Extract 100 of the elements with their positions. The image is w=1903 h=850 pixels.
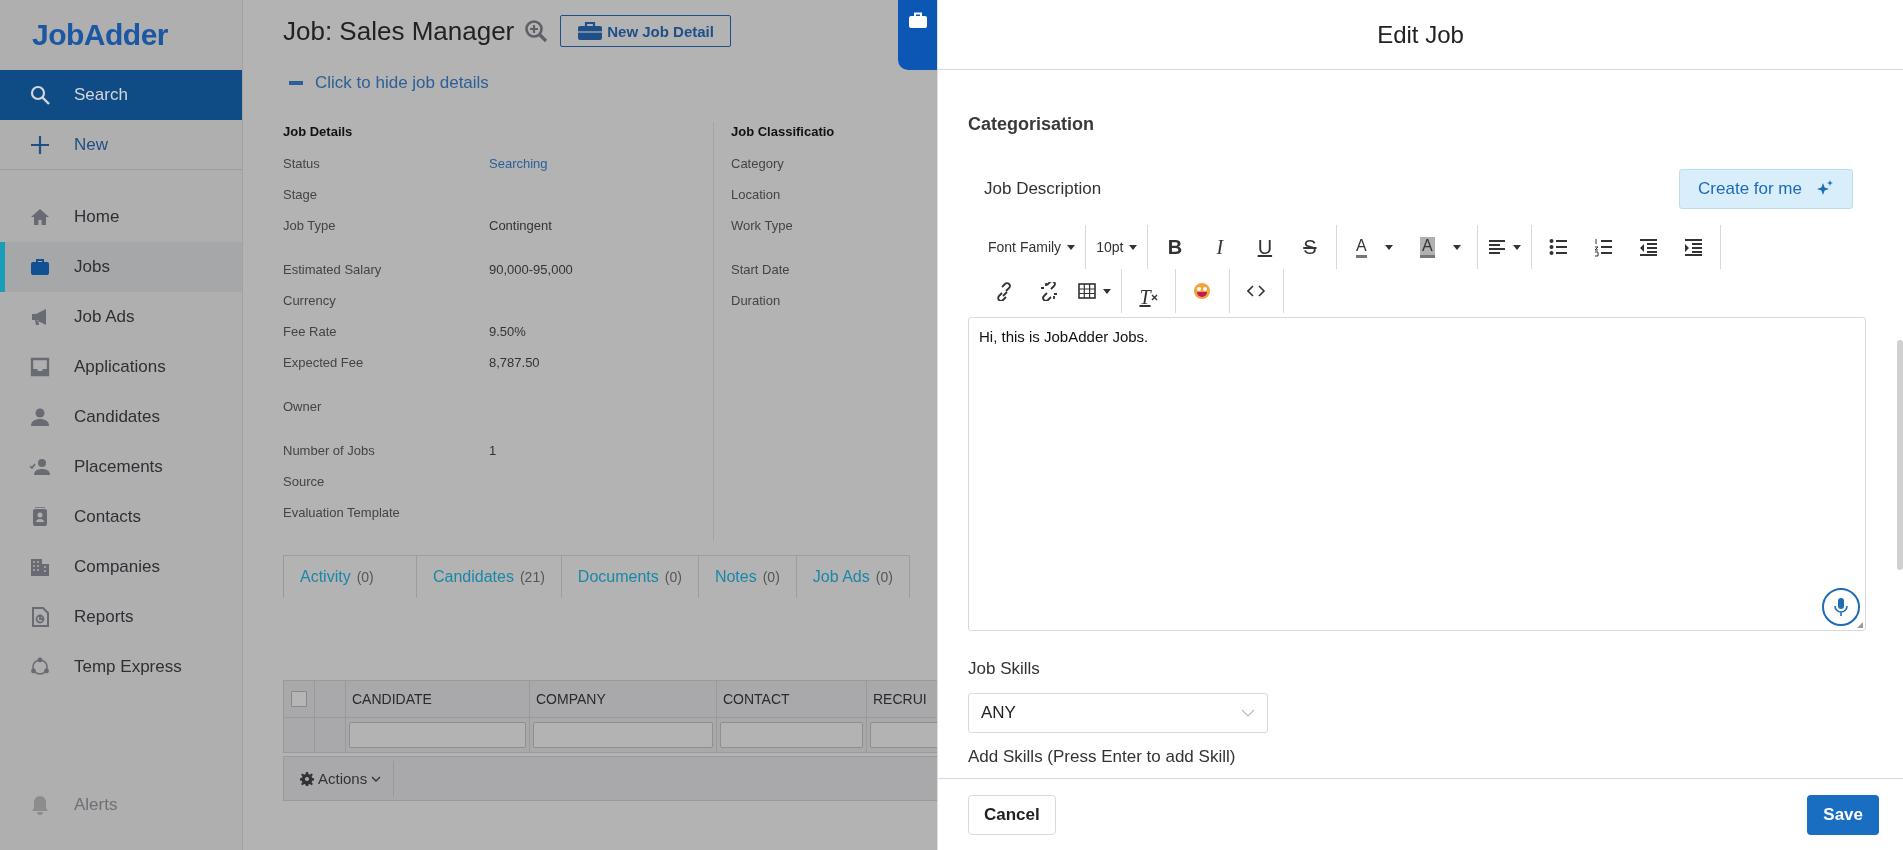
toolbar-button[interactable]: A xyxy=(1341,229,1408,265)
x-icon xyxy=(1150,294,1158,301)
toolbar-button[interactable]: S xyxy=(1287,229,1333,265)
filter-field[interactable] xyxy=(533,722,713,748)
tab[interactable]: Documents (0) xyxy=(561,555,699,598)
minus-icon xyxy=(289,81,303,85)
tab[interactable]: Candidates (21) xyxy=(417,555,562,598)
caret-down-icon xyxy=(1513,244,1522,250)
field-label: Category xyxy=(731,156,785,171)
briefcase-icon xyxy=(30,257,50,277)
nav-item[interactable]: Job Ads xyxy=(0,292,242,342)
new-button[interactable]: New xyxy=(0,120,242,170)
nav-item[interactable]: Companies xyxy=(0,542,242,592)
briefcase-icon xyxy=(577,21,604,41)
field-label: Add Skills (Press Enter to add Skill) xyxy=(968,747,1237,767)
column-header[interactable]: COMPANY xyxy=(536,691,606,707)
caret-down-icon xyxy=(1129,244,1138,250)
gear-icon xyxy=(300,771,314,786)
field-label: Fee Rate xyxy=(283,324,338,339)
column-header[interactable]: CONTACT xyxy=(723,691,790,707)
field-label: Work Type xyxy=(731,218,794,233)
building-icon xyxy=(30,557,50,577)
microphone-icon xyxy=(1834,598,1848,616)
field-value: 9.50% xyxy=(489,324,526,339)
field-label: Currency xyxy=(283,293,337,308)
toolbar-button[interactable]: I xyxy=(1197,229,1243,265)
nav-item[interactable]: Home xyxy=(0,192,242,242)
toolbar-button[interactable]: A xyxy=(1407,229,1474,265)
zoom-in-icon xyxy=(524,19,549,43)
create-for-me-button[interactable]: Create for me xyxy=(1679,169,1853,209)
outdent-icon xyxy=(1639,237,1659,257)
chevron-down-icon xyxy=(371,775,382,782)
toolbar-button[interactable]: T xyxy=(1126,273,1171,309)
table-icon xyxy=(1078,281,1097,301)
new-job-detail-button[interactable]: New Job Detail xyxy=(560,15,731,47)
nav-item[interactable]: Jobs xyxy=(0,242,242,292)
field-label: Estimated Salary xyxy=(283,262,383,277)
field-label: Status xyxy=(283,156,321,171)
field-label: Location xyxy=(731,187,782,202)
field-label: Job Skills xyxy=(968,659,1041,679)
person-check-icon xyxy=(30,457,50,477)
briefcase-icon xyxy=(907,12,928,28)
editor-text: Hi, this is JobAdder Jobs. xyxy=(979,328,1150,345)
nav-item[interactable]: Applications xyxy=(0,342,242,392)
text-editor[interactable]: Hi, this is JobAdder Jobs. xyxy=(968,317,1866,631)
field-label: Number of Jobs xyxy=(283,443,376,458)
resize-grip-icon xyxy=(1856,621,1864,629)
filter-field[interactable] xyxy=(349,722,526,748)
column-header[interactable]: CANDIDATE xyxy=(352,691,432,707)
nav-item[interactable]: Reports xyxy=(0,592,242,642)
save-button[interactable]: Save xyxy=(1807,794,1879,835)
network-icon xyxy=(30,657,50,677)
field-label: Expected Fee xyxy=(283,355,365,370)
field-label: Job Type xyxy=(283,218,337,233)
link-icon xyxy=(995,281,1014,301)
bell-icon xyxy=(30,795,50,815)
section-heading: Categorisation xyxy=(968,114,1096,135)
nav-item[interactable]: Contacts xyxy=(0,492,242,542)
actions-button[interactable]: Actions xyxy=(300,770,382,787)
field-label: Start Date xyxy=(731,262,791,277)
skills-select[interactable]: ANY xyxy=(968,693,1268,733)
hide-details-link[interactable]: Click to hide job details xyxy=(283,62,937,104)
nav-item[interactable]: Candidates xyxy=(0,392,242,442)
tab[interactable]: Activity (0) xyxy=(284,555,417,598)
caret-down-icon xyxy=(1384,244,1393,250)
logo[interactable]: JobAdder xyxy=(32,18,168,52)
plus-icon xyxy=(30,134,50,155)
toolbar-dropdown[interactable]: Font Family xyxy=(982,229,1082,265)
column-header[interactable]: RECRUI xyxy=(873,691,927,707)
unlink-icon xyxy=(1040,281,1059,301)
person-icon xyxy=(30,407,50,427)
search-button[interactable]: Search xyxy=(0,70,242,120)
field-label: Source xyxy=(283,474,326,489)
home-icon xyxy=(30,207,50,227)
field-value: 8,787.50 xyxy=(489,355,540,370)
select-all-checkbox[interactable] xyxy=(291,691,307,707)
filter-field[interactable] xyxy=(870,722,937,748)
panel-title: Edit Job xyxy=(1377,20,1464,49)
tab[interactable]: Job Ads (0) xyxy=(796,555,910,598)
microphone-button[interactable] xyxy=(1822,588,1860,626)
toolbar-button[interactable]: U xyxy=(1242,229,1288,265)
inbox-icon xyxy=(30,357,50,377)
scrollbar[interactable] xyxy=(1897,340,1903,570)
field-value: 90,000-95,000 xyxy=(489,262,573,277)
tab[interactable]: Notes (0) xyxy=(698,555,797,598)
chevron-down-icon xyxy=(1241,709,1255,717)
nav-item[interactable]: Temp Express xyxy=(0,642,242,692)
filter-field[interactable] xyxy=(720,722,863,748)
field-label: Owner xyxy=(283,399,323,414)
status-link[interactable]: Searching xyxy=(489,156,548,171)
caret-down-icon xyxy=(1067,244,1076,250)
nav-item[interactable]: Placements xyxy=(0,442,242,492)
toolbar-button[interactable]: B xyxy=(1152,229,1198,265)
jobs-tab[interactable] xyxy=(898,0,937,70)
toolbar-dropdown[interactable]: 10pt xyxy=(1090,229,1144,265)
field-label: Duration xyxy=(731,293,782,308)
document-icon xyxy=(30,607,50,627)
cancel-button[interactable]: Cancel xyxy=(968,794,1056,835)
caret-down-icon xyxy=(1103,288,1111,294)
search-icon xyxy=(30,85,50,105)
